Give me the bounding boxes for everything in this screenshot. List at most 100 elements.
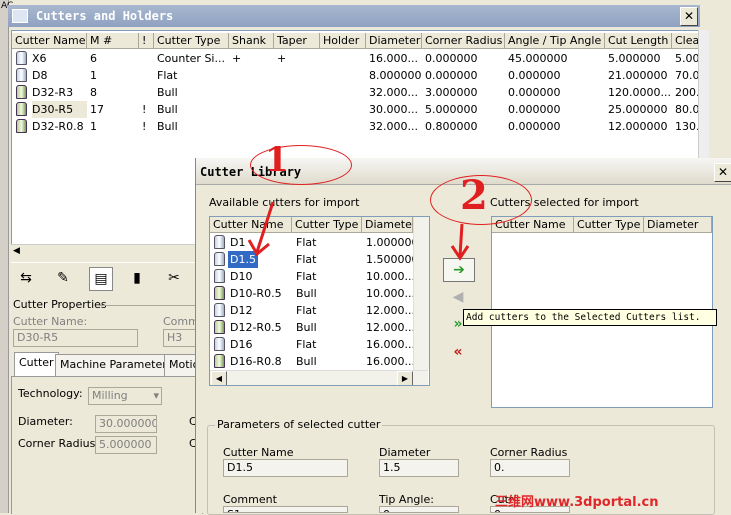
- cell-diameter: 32.000...: [369, 120, 418, 133]
- list-item[interactable]: D16 Flat 16.000...: [210, 336, 429, 353]
- column-header[interactable]: Cut Length: [605, 33, 672, 49]
- holder-icon[interactable]: ▮: [126, 267, 148, 289]
- param-comment-field[interactable]: S1: [223, 506, 348, 513]
- column-header[interactable]: Diameter: [366, 33, 422, 49]
- param-corner-radius-field[interactable]: 0.: [490, 459, 570, 477]
- param-diameter-field[interactable]: 1.5: [379, 459, 459, 477]
- column-header[interactable]: Cutter Type: [154, 33, 229, 49]
- flat-cutter-icon: [214, 303, 225, 317]
- column-header[interactable]: Cutter Name: [12, 33, 87, 49]
- dialog-close-button[interactable]: ✕: [714, 163, 731, 182]
- cell-angle: 0.000000: [508, 103, 561, 116]
- param-cutter-name-label: Cutter Name: [223, 446, 294, 459]
- cell-name: D16-R0.8: [230, 355, 282, 368]
- list-vertical-scrollbar[interactable]: [413, 217, 429, 370]
- list-item[interactable]: D1Flat1.000000: [210, 234, 429, 251]
- list-item[interactable]: D10 Flat 10.000...: [210, 268, 429, 285]
- cell-name: D32-R0.8: [32, 120, 84, 133]
- edit-holder-icon[interactable]: ✎: [52, 267, 74, 289]
- horizontal-scrollbar[interactable]: ◀: [11, 244, 201, 258]
- diameter-field[interactable]: 30.000000: [95, 415, 157, 433]
- parameters-heading: Parameters of selected cutter: [215, 418, 383, 431]
- cell-cut: 21.000000: [608, 69, 668, 82]
- list-item[interactable]: D12 Flat 12.000...: [210, 302, 429, 319]
- annotation-mark-2: 2: [460, 172, 488, 219]
- corner-radius-label: Corner Radius:: [18, 437, 100, 450]
- column-header[interactable]: Corner Radius: [422, 33, 505, 49]
- cell-clear: 80.00: [675, 103, 699, 116]
- column-header[interactable]: Angle / Tip Angle: [505, 33, 605, 49]
- remove-selected-button[interactable]: ◀: [443, 286, 473, 308]
- cell-diameter: 16.000...: [366, 338, 413, 351]
- scroll-left-icon[interactable]: ◀: [13, 246, 20, 256]
- column-header[interactable]: Diameter: [362, 217, 413, 233]
- import-icon[interactable]: ⇆: [15, 267, 37, 289]
- cell-clear: 200.0: [675, 86, 699, 99]
- table-row[interactable]: D32-R0.8 1! Bull 32.000... 0.800000 0.000000 1…: [12, 118, 699, 135]
- remove-all-button[interactable]: «: [443, 341, 473, 363]
- cell-diameter: 16.000...: [369, 52, 418, 65]
- delete-icon[interactable]: ✂: [163, 267, 185, 289]
- column-header[interactable]: Taper: [274, 33, 320, 49]
- param-cutter-name-field[interactable]: D1.5: [223, 459, 348, 477]
- technology-select[interactable]: Milling ▾: [88, 387, 162, 405]
- cell-angle: 45.000000: [508, 52, 568, 65]
- param-comment-label: Comment: [223, 493, 277, 506]
- column-header[interactable]: !: [139, 33, 154, 49]
- list-item[interactable]: D16-R0.8 Bull 16.000...: [210, 353, 429, 370]
- cell-m: 17: [90, 103, 104, 116]
- cell-taper: [277, 84, 320, 101]
- table-row[interactable]: D32-R3 8 Bull 32.000... 3.000000 0.000000 120.…: [12, 84, 699, 101]
- bull-cutter-icon: [16, 102, 27, 116]
- available-cutters-list[interactable]: Cutter Name Cutter Type Diameter D1 Flat 1.0…: [209, 216, 430, 386]
- cell-name: D8: [32, 69, 48, 82]
- column-header[interactable]: Shank: [229, 33, 274, 49]
- column-header[interactable]: Holder: [320, 33, 366, 49]
- bull-cutter-icon: [214, 286, 225, 300]
- cell-type: Counter Si...: [157, 52, 225, 65]
- table-row[interactable]: X6 6 Counter Si... + +16.000... 0.000000 45.00…: [12, 50, 699, 67]
- list-item[interactable]: D1.5Flat1.500000: [210, 251, 429, 268]
- corner-radius-field[interactable]: 5.000000: [95, 436, 157, 454]
- cell-corner: 0.000000: [425, 69, 478, 82]
- tab-cutter[interactable]: Cutter: [14, 352, 59, 376]
- column-header[interactable]: Clear: [672, 33, 699, 49]
- cutter-name-field[interactable]: D30-R5: [13, 329, 138, 347]
- cell-shank: +: [232, 52, 242, 65]
- cutter-properties-icon[interactable]: ▤: [89, 267, 113, 291]
- cell-type: Flat: [296, 236, 317, 249]
- list-horizontal-scrollbar[interactable]: ◀ ▶: [210, 370, 428, 385]
- technology-label: Technology:: [18, 387, 83, 400]
- cell-m: 6: [90, 52, 97, 65]
- table-row[interactable]: D8 1 Flat 8.000000 0.000000 0.000000 21.000000…: [12, 67, 699, 84]
- cell-type: Bull: [296, 321, 317, 334]
- close-button[interactable]: ✕: [680, 7, 698, 26]
- column-header[interactable]: Diameter: [644, 217, 712, 233]
- tab-machine-parameters[interactable]: Machine Parameters: [55, 354, 178, 376]
- cell-type: Bull: [157, 103, 178, 116]
- add-cutters-tooltip: Add cutters to the Selected Cutters list…: [463, 309, 717, 326]
- cell-name: X6: [32, 52, 47, 65]
- column-header[interactable]: Cutter Type: [292, 217, 362, 233]
- flat-cutter-icon: [16, 51, 27, 65]
- cell-shank: [232, 101, 274, 118]
- window-title: Cutters and Holders: [36, 9, 174, 23]
- list-item[interactable]: D12-R0.5 Bull 12.000...: [210, 319, 429, 336]
- column-header[interactable]: M #: [87, 33, 139, 49]
- cell-name: D12-R0.5: [230, 321, 282, 334]
- cell-m: 1: [90, 120, 97, 133]
- param-tip-angle-field[interactable]: 0: [379, 506, 459, 513]
- table-row[interactable]: D30-R5 17! Bull 30.000... 5.000000 0.000000 25…: [12, 101, 699, 118]
- double-arrow-right-icon: »: [453, 316, 463, 332]
- cell-cut: 12.000000: [608, 120, 668, 133]
- scroll-left-icon[interactable]: ◀: [211, 371, 227, 385]
- list-item[interactable]: D10-R0.5 Bull 10.000...: [210, 285, 429, 302]
- bull-cutter-icon: [16, 119, 27, 133]
- cell-diameter: 30.000...: [369, 103, 418, 116]
- cutter-name-label: Cutter Name:: [13, 315, 88, 328]
- column-header[interactable]: Cutter Type: [574, 217, 644, 233]
- scroll-right-icon[interactable]: ▶: [397, 371, 413, 385]
- cell-taper: +: [277, 52, 287, 65]
- title-bar: Cutters and Holders: [8, 5, 700, 27]
- cell-flag: [142, 50, 154, 67]
